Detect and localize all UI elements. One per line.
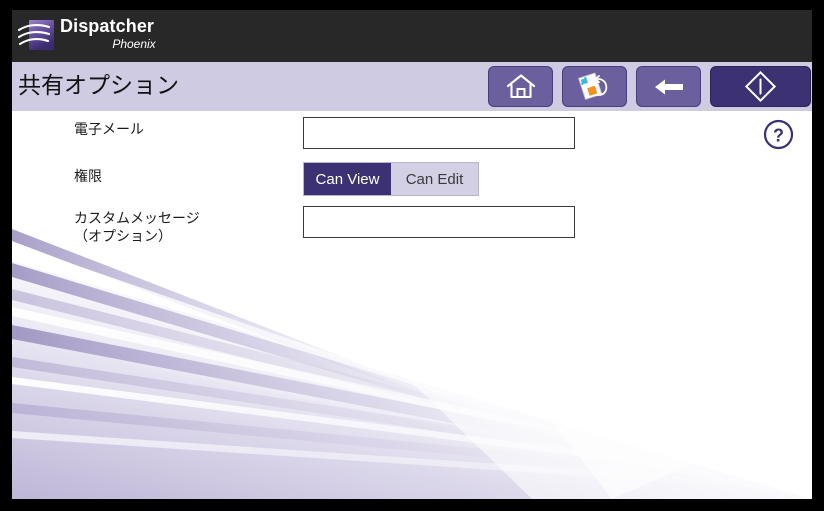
title-bar: 共有オプション xyxy=(12,62,812,111)
email-input[interactable] xyxy=(303,117,575,149)
back-button[interactable] xyxy=(636,66,701,107)
email-label: 電子メール xyxy=(74,122,144,138)
custom-message-label-line1: カスタムメッセージ xyxy=(74,211,200,227)
diamond-start-icon xyxy=(744,70,777,103)
svg-text:?: ? xyxy=(773,126,784,146)
start-button[interactable] xyxy=(710,66,811,107)
device-frame: Dispatcher Phoenix 共有オプション 電子メール 権限 Can … xyxy=(0,0,824,511)
custom-message-label: カスタムメッセージ （オプション） xyxy=(74,210,299,246)
toolbar xyxy=(488,66,811,107)
arrow-left-icon xyxy=(654,79,683,94)
brand-title: Dispatcher xyxy=(60,16,155,36)
home-button[interactable] xyxy=(488,66,553,107)
brand-header: Dispatcher Phoenix xyxy=(12,10,812,62)
brand-text: Dispatcher Phoenix xyxy=(60,15,270,51)
custom-message-label-line2: （オプション） xyxy=(74,229,172,245)
screen: Dispatcher Phoenix 共有オプション 電子メール 権限 Can … xyxy=(12,10,812,499)
reset-button[interactable] xyxy=(562,66,627,107)
permission-option-can-edit[interactable]: Can Edit xyxy=(391,163,478,195)
home-icon xyxy=(506,74,535,99)
brand-subtitle: Phoenix xyxy=(112,37,156,51)
content-area: 電子メール 権限 Can View Can Edit カスタムメッセージ （オプ… xyxy=(12,111,812,499)
document-undo-icon xyxy=(577,71,607,100)
question-mark-circle-icon[interactable]: ? xyxy=(763,119,794,150)
custom-message-input[interactable] xyxy=(303,206,575,238)
permission-toggle-group: Can View Can Edit xyxy=(303,162,479,196)
page-title: 共有オプション xyxy=(18,73,179,99)
dispatcher-waves-logo-icon xyxy=(18,20,54,50)
permission-option-can-view[interactable]: Can View xyxy=(304,163,391,195)
permission-label: 権限 xyxy=(74,169,102,185)
